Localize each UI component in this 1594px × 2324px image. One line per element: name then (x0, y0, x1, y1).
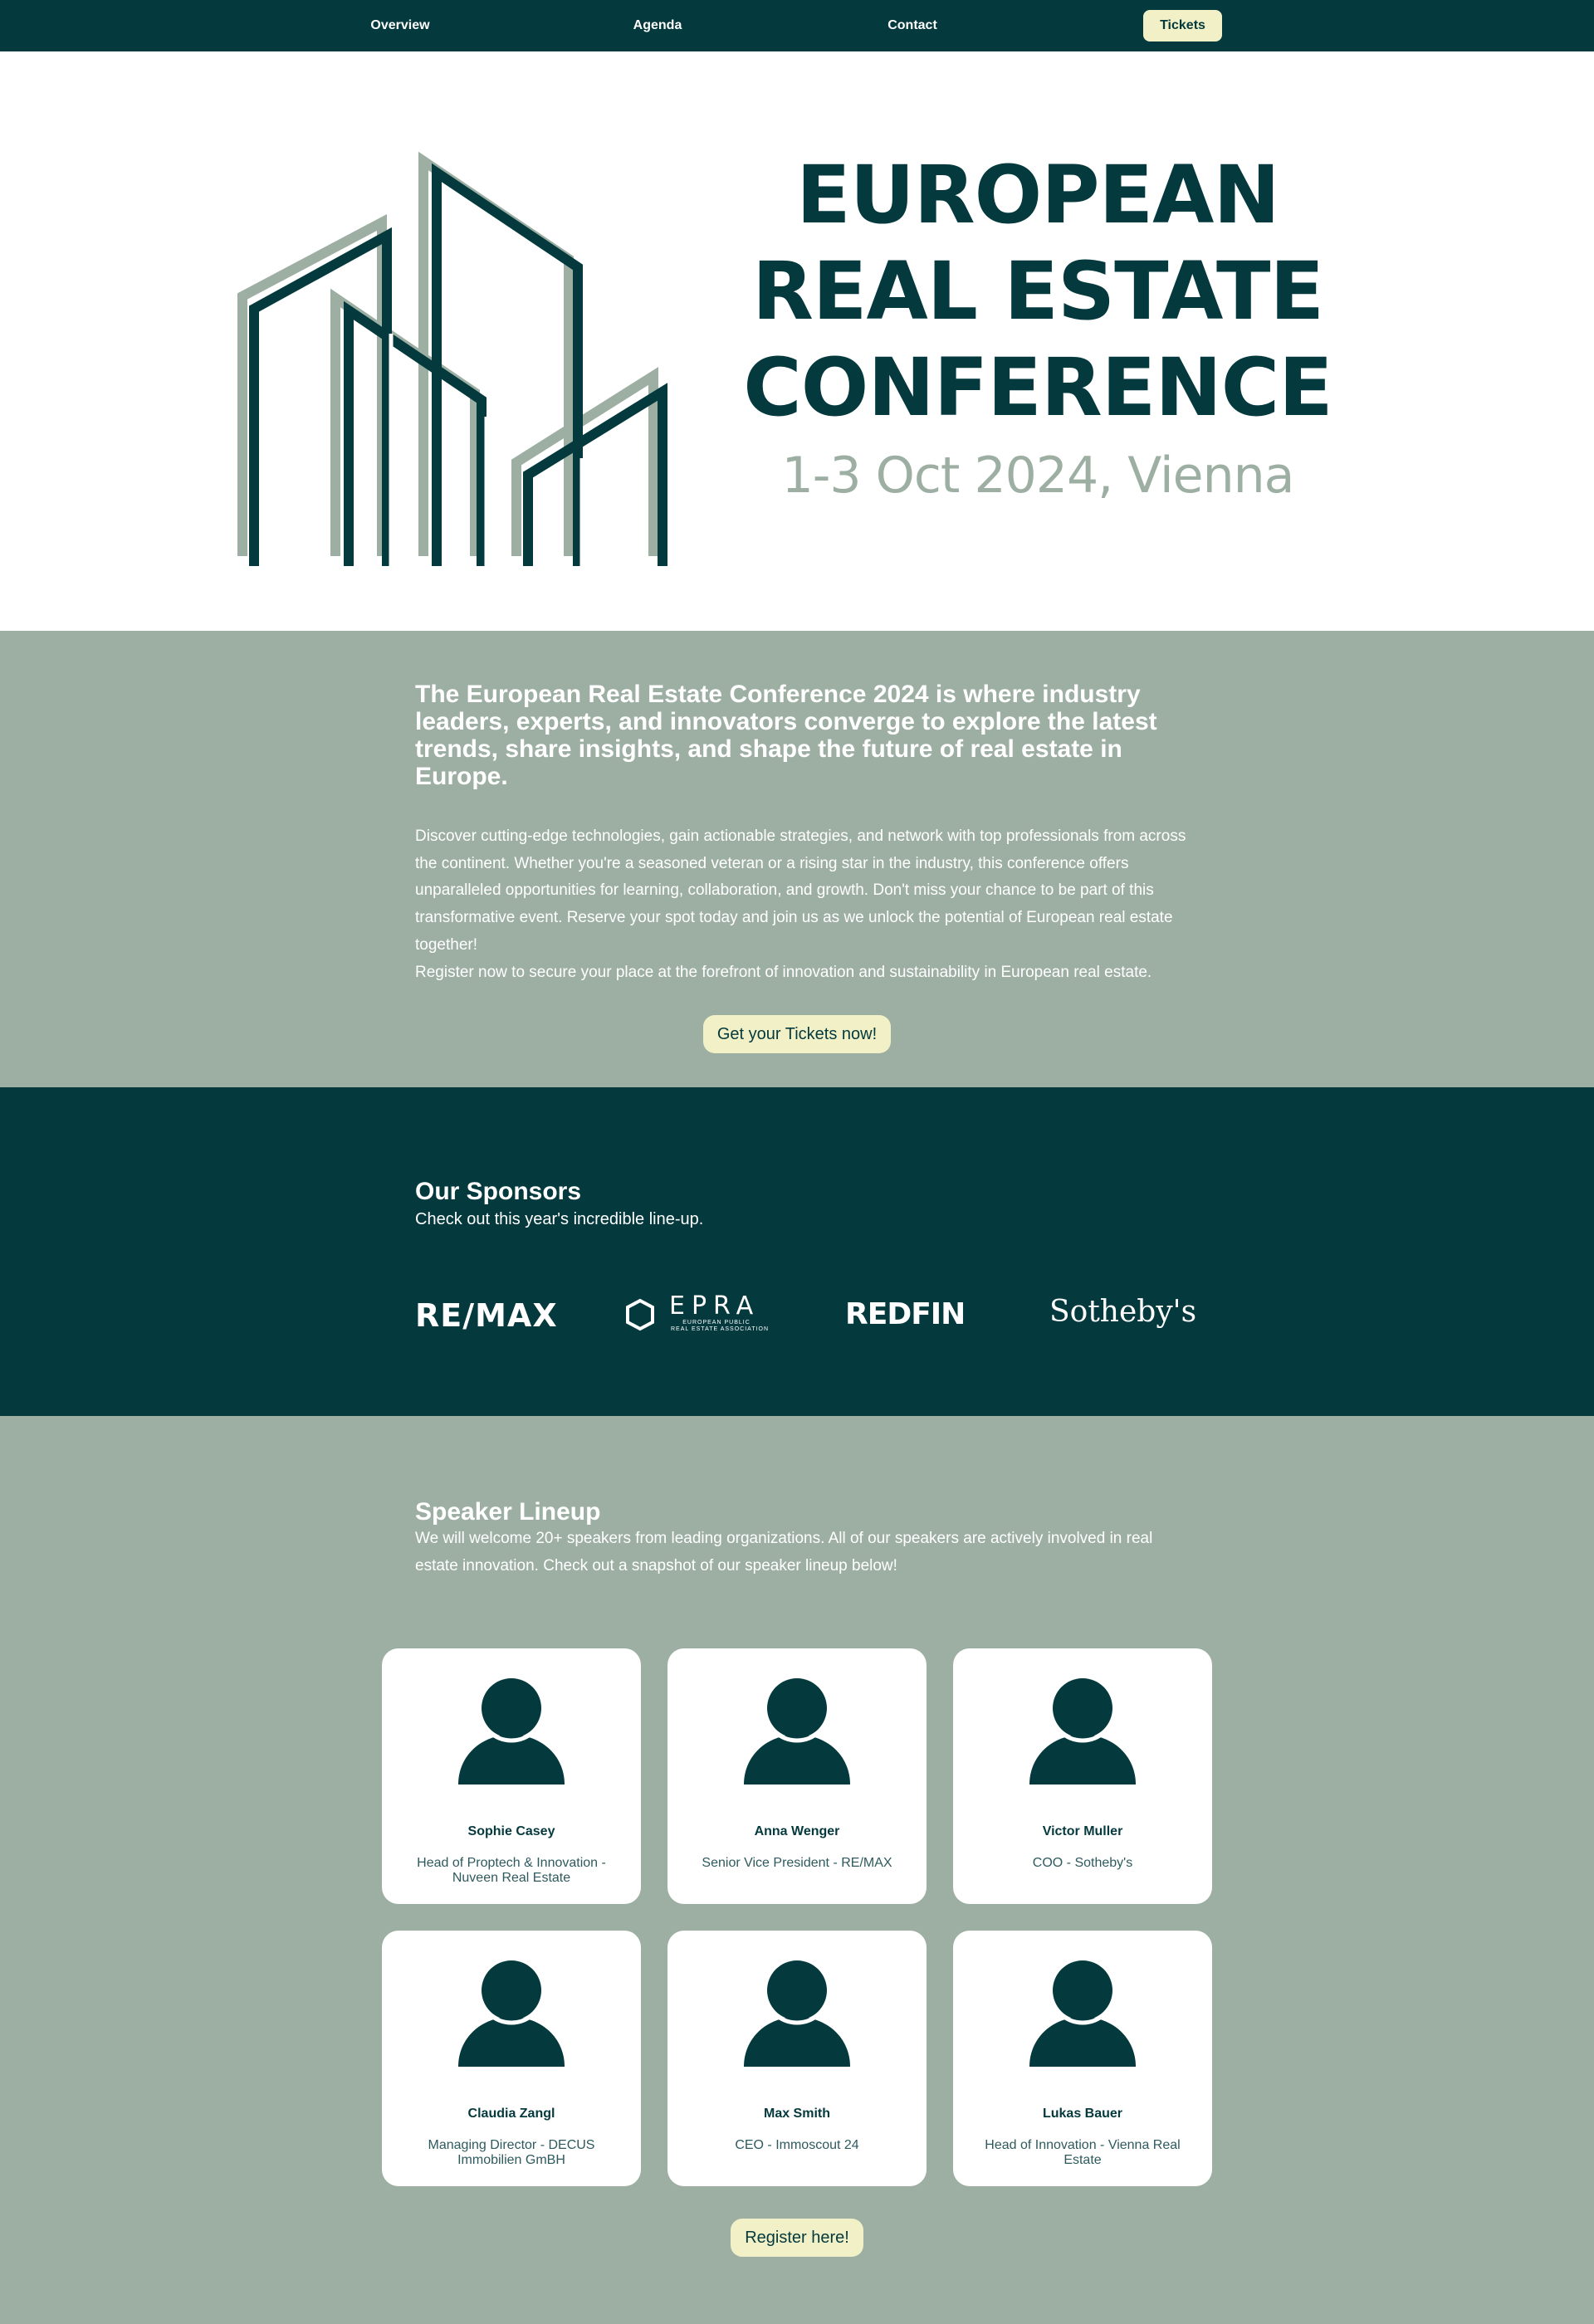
nav-overview-link[interactable]: Overview (370, 0, 429, 51)
nav-tickets-button[interactable]: Tickets (1143, 10, 1222, 42)
speaker-card[interactable]: Anna Wenger Senior Vice President - RE/M… (667, 1648, 927, 1904)
person-avatar-icon (458, 1677, 565, 1784)
epra-wordmark: EPRA (669, 1291, 760, 1321)
hero-title-line-2: REAL ESTATE (751, 245, 1324, 338)
speakers-title: Speaker Lineup (415, 1498, 601, 1526)
speakers-section: Speaker Lineup We will welcome 20+ speak… (0, 1416, 1594, 2324)
get-tickets-button[interactable]: Get your Tickets now! (703, 1015, 891, 1053)
epra-hexagon-icon (626, 1298, 654, 1331)
person-avatar-icon (458, 1959, 565, 2067)
intro-paragraph-1: Discover cutting-edge technologies, gain… (415, 828, 1186, 954)
speaker-card[interactable]: Sophie Casey Head of Proptech & Innovati… (382, 1648, 641, 1904)
speaker-name: Anna Wenger (754, 1824, 840, 1838)
sponsor-logo-remax: RE/MAX (415, 1297, 558, 1334)
sponsors-section: Our Sponsors Check out this year's incre… (0, 1087, 1594, 1416)
speaker-role: Head of Innovation - Vienna Real Estate (985, 2138, 1181, 2167)
person-avatar-icon (1029, 1959, 1136, 2067)
top-nav: Overview Agenda Contact Tickets (0, 0, 1594, 51)
speaker-card[interactable]: Claudia Zangl Managing Director - DECUS … (382, 1931, 641, 2186)
sponsor-logo-sothebys: Sotheby's (1049, 1295, 1197, 1329)
speaker-name: Claudia Zangl (467, 2107, 555, 2121)
hero-title: EUROPEAN REAL ESTATE CONFERENCE (731, 147, 1345, 436)
epra-subtext-line-1: EUROPEAN PUBLIC (682, 1320, 751, 1326)
intro-section: The European Real Estate Conference 2024… (0, 631, 1594, 1087)
speakers-subtitle: We will welcome 20+ speakers from leadin… (415, 1530, 1153, 1575)
person-avatar-icon (1029, 1677, 1136, 1784)
nav-agenda-link[interactable]: Agenda (633, 0, 682, 51)
intro-body-text: Discover cutting-edge technologies, gain… (415, 823, 1187, 986)
speaker-card[interactable]: Max Smith CEO - Immoscout 24 (667, 1931, 927, 2186)
speaker-name: Victor Muller (1042, 1824, 1123, 1838)
intro-paragraph-2: Register now to secure your place at the… (415, 963, 1152, 981)
person-avatar-icon (744, 1677, 850, 1784)
speaker-card[interactable]: Victor Muller COO - Sotheby's (953, 1648, 1212, 1904)
speaker-role: COO - Sotheby's (1032, 1856, 1133, 1870)
speaker-role: Managing Director - DECUS Immobilien GmB… (428, 2138, 595, 2167)
hero-title-line-3: CONFERENCE (743, 341, 1332, 434)
epra-subtext-line-2: REAL ESTATE ASSOCIATION (671, 1326, 770, 1332)
speaker-name: Sophie Casey (467, 1824, 555, 1838)
sponsor-logo-redfin: REDFIN (845, 1297, 966, 1331)
speaker-role: CEO - Immoscout 24 (735, 2138, 859, 2152)
hero-banner: EUROPEAN REAL ESTATE CONFERENCE 1-3 Oct … (0, 51, 1594, 631)
sponsor-logo-epra: EPRA EUROPEAN PUBLIC REAL ESTATE ASSOCIA… (624, 1291, 770, 1333)
register-button[interactable]: Register here! (731, 2219, 863, 2257)
speaker-card[interactable]: Lukas Bauer Head of Innovation - Vienna … (953, 1931, 1212, 2186)
speaker-name: Lukas Bauer (1042, 2107, 1123, 2121)
sponsors-title: Our Sponsors (415, 1178, 582, 1205)
sponsors-subtitle: Check out this year's incredible line-up… (415, 1210, 704, 1228)
hero-date-location: 1-3 Oct 2024, Vienna (781, 447, 1295, 505)
speaker-role: Head of Proptech & Innovation - Nuveen R… (417, 1856, 606, 1885)
speaker-role: Senior Vice President - RE/MAX (702, 1856, 892, 1870)
buildings-logo-icon (237, 151, 667, 566)
intro-lead-text: The European Real Estate Conference 2024… (415, 681, 1157, 790)
epra-subtext: EUROPEAN PUBLIC REAL ESTATE ASSOCIATION (671, 1320, 770, 1333)
nav-contact-link[interactable]: Contact (887, 0, 937, 51)
person-avatar-icon (744, 1959, 850, 2067)
hero-title-line-1: EUROPEAN (796, 149, 1280, 242)
speaker-name: Max Smith (763, 2107, 830, 2121)
